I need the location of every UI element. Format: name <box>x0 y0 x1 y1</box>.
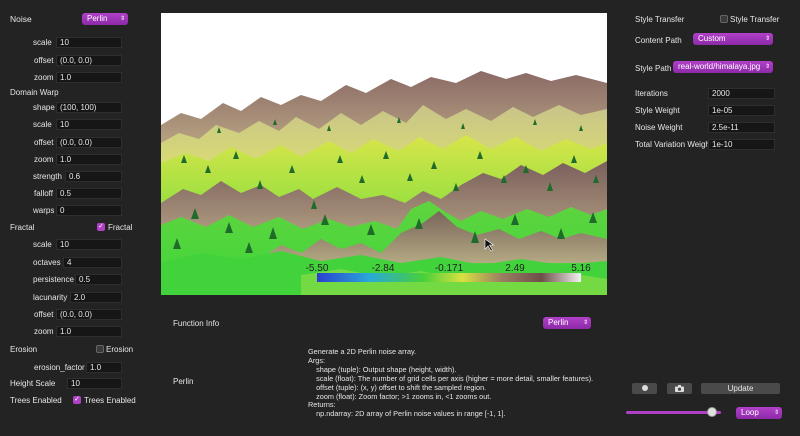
content-path-select[interactable]: Custom ⇕ <box>693 33 773 45</box>
docstring-line: Generate a 2D Perlin noise array. <box>308 347 417 356</box>
noise-offset-field[interactable]: (0.0, 0.0) <box>56 55 122 66</box>
fractal-zoom-field[interactable]: 1.0 <box>56 326 122 337</box>
noise-type-value: Perlin <box>87 14 108 23</box>
style-weight-label: Style Weight <box>635 106 680 115</box>
record-icon <box>641 385 648 391</box>
fractal-persistence-field[interactable]: 0.5 <box>75 274 122 285</box>
style-transfer-checkbox[interactable] <box>720 15 728 23</box>
noise-scale-label: scale <box>33 38 52 47</box>
erosion-checkbox-label: Erosion <box>106 345 134 354</box>
noise-weight-field[interactable]: 2.5e-11 <box>708 122 775 133</box>
iterations-field[interactable]: 2000 <box>708 88 775 99</box>
dw-warps-label: warps <box>33 206 55 215</box>
fractal-offset-field[interactable]: (0.0, 0.0) <box>56 309 122 320</box>
dw-shape-field[interactable]: (100, 100) <box>56 102 122 113</box>
erosion-heading: Erosion <box>10 345 38 354</box>
update-button[interactable]: Update <box>701 383 780 394</box>
noise-scale-field[interactable]: 10 <box>56 37 122 48</box>
style-path-label: Style Path <box>635 64 672 73</box>
fractal-octaves-label: octaves <box>33 258 61 267</box>
dw-scale-field[interactable]: 10 <box>56 119 122 130</box>
colorbar-tick: 5.16 <box>571 263 591 274</box>
colorbar-tick: -2.84 <box>372 263 395 274</box>
domain-warp-heading: Domain Warp <box>10 88 59 97</box>
screenshot-button[interactable] <box>667 383 692 394</box>
content-path-label: Content Path <box>635 36 682 45</box>
function-info-label: Function Info <box>173 319 220 328</box>
chevron-updown-icon: ⇕ <box>764 64 770 70</box>
colorbar <box>317 273 581 282</box>
dw-scale-label: scale <box>33 120 52 129</box>
noise-zoom-field[interactable]: 1.0 <box>56 72 122 83</box>
trees-enabled-label: Trees Enabled <box>10 396 62 405</box>
dw-shape-label: shape <box>33 103 55 112</box>
function-info-select-value: Perlin <box>548 318 569 327</box>
dw-zoom-field[interactable]: 1.0 <box>56 154 122 165</box>
dw-strength-label: strength <box>33 172 62 181</box>
noise-weight-label: Noise Weight <box>635 123 683 132</box>
colorbar-tick: -0.171 <box>435 263 464 274</box>
noise-type-select[interactable]: Perlin ⇕ <box>82 13 128 25</box>
fractal-scale-label: scale <box>33 240 52 249</box>
loop-select[interactable]: Loop ⇕ <box>736 407 782 419</box>
erosion-checkbox[interactable] <box>96 345 104 353</box>
iterations-label: Iterations <box>635 89 668 98</box>
fractal-checkbox-label: Fractal <box>108 223 133 232</box>
fractal-persistence-label: persistence <box>33 275 74 284</box>
docstring-line: zoom (float): Zoom factor; >1 zooms in, … <box>308 391 492 401</box>
camera-icon <box>675 385 684 392</box>
chevron-updown-icon: ⇕ <box>582 320 588 326</box>
record-button[interactable] <box>632 383 657 394</box>
docstring-line: np.ndarray: 2D array of Perlin noise val… <box>308 409 506 419</box>
style-transfer-checkbox-label: Style Transfer <box>730 15 780 24</box>
colorbar-tick: 2.49 <box>505 263 525 274</box>
tv-weight-label: Total Variation Weight <box>635 140 713 149</box>
style-weight-field[interactable]: 1e-05 <box>708 105 775 116</box>
fractal-scale-field[interactable]: 10 <box>56 239 122 250</box>
style-path-value: real-world/himalaya.jpg <box>678 62 761 71</box>
chevron-updown-icon: ⇕ <box>764 36 770 42</box>
noise-zoom-label: zoom <box>34 73 54 82</box>
height-scale-field[interactable]: 10 <box>67 378 122 389</box>
trees-enabled-checkbox[interactable]: ✓ <box>73 396 81 404</box>
style-transfer-label: Style Transfer <box>635 15 685 24</box>
fractal-heading: Fractal <box>10 223 35 232</box>
function-docstring: Generate a 2D Perlin noise array. Args: s… <box>308 347 608 419</box>
height-scale-label: Height Scale <box>10 379 56 388</box>
terrain-render: -5.50 -2.84 -0.171 2.49 5.16 <box>161 71 607 295</box>
function-name: Perlin <box>173 377 194 386</box>
erosion-factor-label: erosion_factor <box>34 363 85 372</box>
chevron-updown-icon: ⇕ <box>773 410 779 416</box>
terrain-viewport[interactable]: -5.50 -2.84 -0.171 2.49 5.16 <box>161 13 607 295</box>
fractal-lacunarity-label: lacunarity <box>33 293 68 302</box>
fractal-offset-label: offset <box>34 310 54 319</box>
dw-falloff-label: falloff <box>34 189 53 198</box>
fractal-lacunarity-field[interactable]: 2.0 <box>70 292 122 303</box>
tv-weight-field[interactable]: 1e-10 <box>708 139 775 150</box>
style-path-select[interactable]: real-world/himalaya.jpg ⇕ <box>673 61 773 73</box>
chevron-updown-icon: ⇕ <box>119 16 125 22</box>
dw-offset-label: offset <box>34 138 54 147</box>
fractal-checkbox[interactable]: ✓ <box>97 223 105 231</box>
dw-zoom-label: zoom <box>34 155 54 164</box>
fractal-zoom-label: zoom <box>34 327 54 336</box>
dw-warps-field[interactable]: 0 <box>56 205 122 216</box>
noise-label: Noise <box>10 14 32 24</box>
dw-falloff-field[interactable]: 0.5 <box>56 188 122 199</box>
function-info-select[interactable]: Perlin ⇕ <box>543 317 591 329</box>
trees-enabled-checkbox-label: Trees Enabled <box>84 396 136 405</box>
noise-offset-label: offset <box>34 56 54 65</box>
erosion-factor-field[interactable]: 1.0 <box>86 362 122 373</box>
colorbar-tick: -5.50 <box>306 263 329 274</box>
content-path-value: Custom <box>698 34 726 43</box>
fractal-octaves-field[interactable]: 4 <box>63 257 122 268</box>
playback-slider-thumb[interactable] <box>706 407 717 417</box>
dw-strength-field[interactable]: 0.6 <box>65 171 122 182</box>
dw-offset-field[interactable]: (0.0, 0.0) <box>56 137 122 148</box>
loop-select-value: Loop <box>741 408 759 417</box>
